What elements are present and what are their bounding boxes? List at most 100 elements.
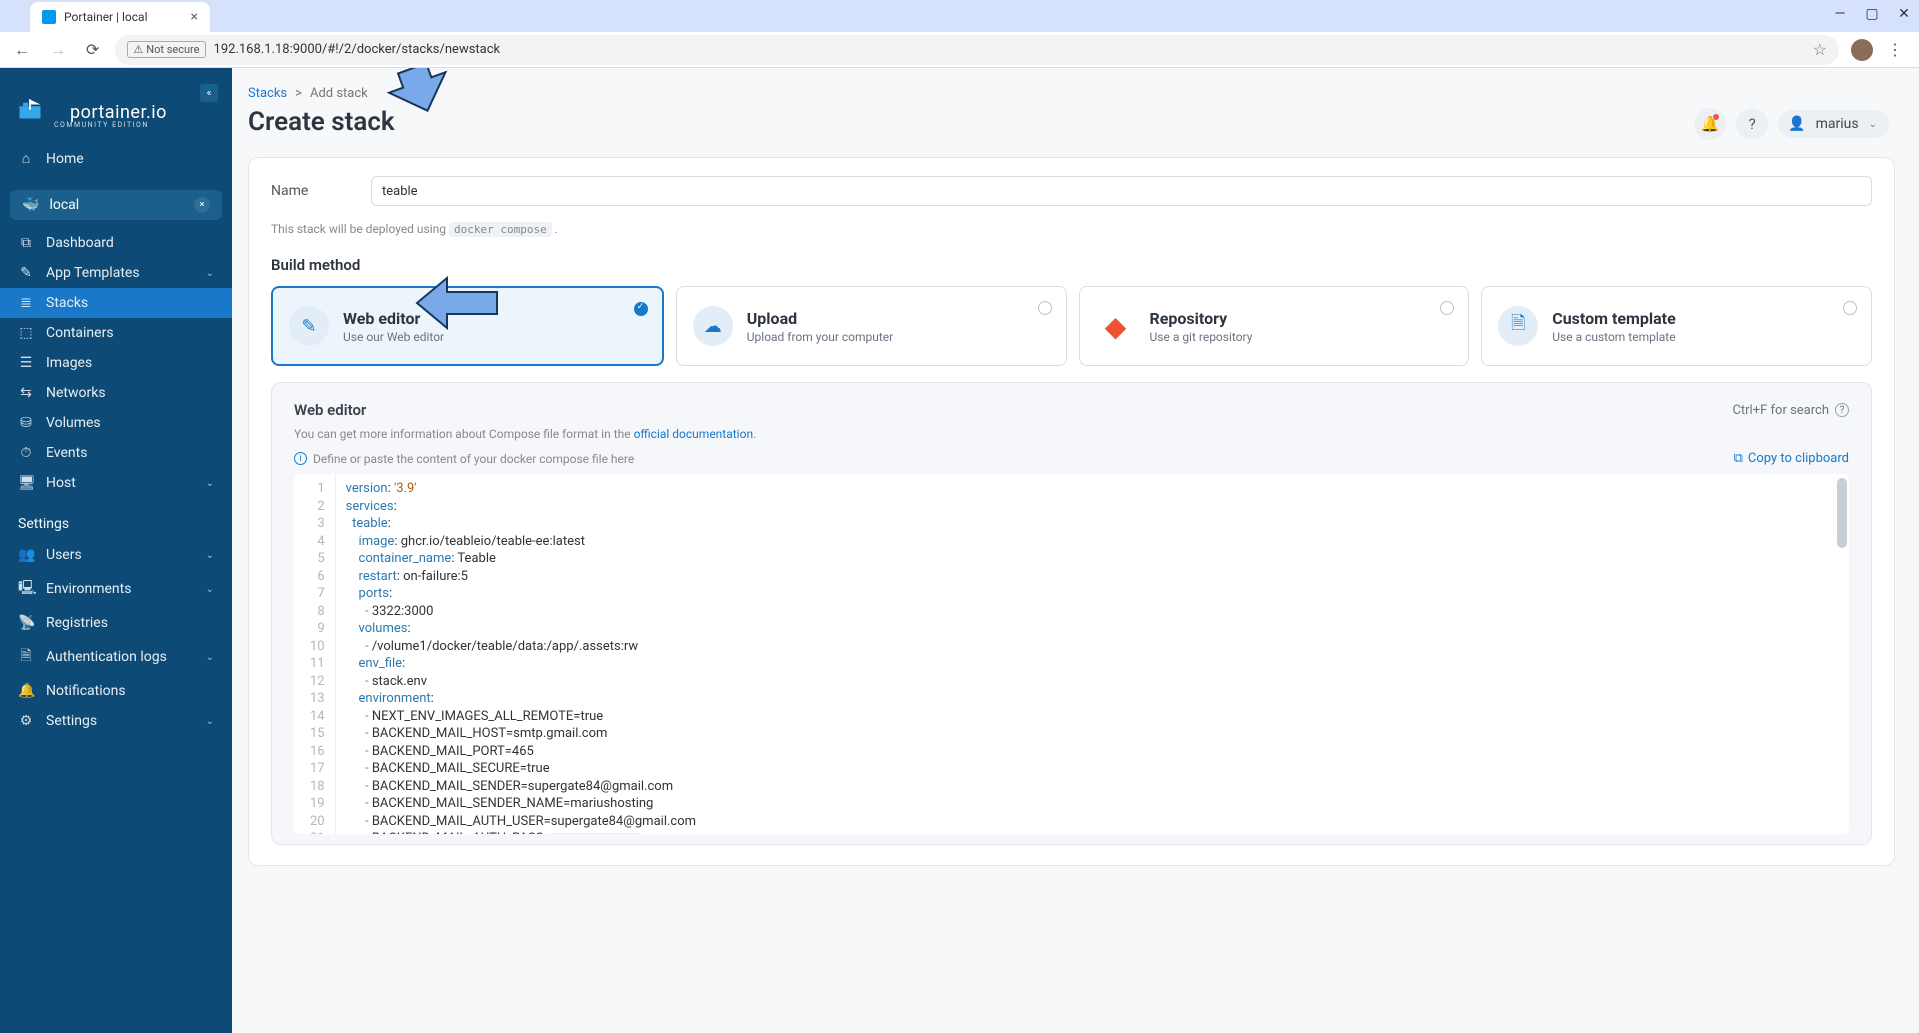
user-menu[interactable]: 👤 marius ⌄ bbox=[1778, 110, 1889, 138]
chevron-down-icon: ⌄ bbox=[206, 550, 214, 561]
sidebar-item-label: Host bbox=[46, 475, 76, 491]
sidebar-settings-heading: Settings bbox=[0, 498, 232, 540]
page-title: Create stack bbox=[248, 107, 395, 137]
method-subtitle: Use our Web editor bbox=[343, 330, 444, 344]
method-subtitle: Use a custom template bbox=[1552, 330, 1676, 344]
info-icon: i bbox=[294, 452, 307, 465]
bookmark-star-icon[interactable]: ☆ bbox=[1813, 40, 1827, 59]
home-icon: ⌂ bbox=[18, 150, 34, 167]
radio-indicator-icon bbox=[1843, 301, 1857, 315]
sidebar-item-icon: 🗎 bbox=[18, 645, 34, 669]
form-card: Name This stack will be deployed using d… bbox=[248, 157, 1895, 866]
sidebar-item-notifications[interactable]: 🔔Notifications bbox=[0, 676, 232, 706]
browser-tab[interactable]: Portainer | local × bbox=[30, 2, 210, 32]
help-button[interactable]: ? bbox=[1736, 108, 1768, 140]
sidebar-item-users[interactable]: 👥Users⌄ bbox=[0, 540, 232, 570]
help-icon: ? bbox=[1749, 115, 1756, 133]
sidebar-item-containers[interactable]: ⬚Containers bbox=[0, 318, 232, 348]
editor-title: Web editor bbox=[294, 401, 366, 419]
window-minimize-icon[interactable]: — bbox=[1833, 6, 1847, 22]
tab-close-icon[interactable]: × bbox=[191, 9, 198, 25]
url-text: 192.168.1.18:9000/#!/2/docker/stacks/new… bbox=[214, 42, 1805, 57]
code-lines: version: '3.9'services: teable: image: g… bbox=[336, 474, 706, 834]
deploy-note-code: docker compose bbox=[449, 222, 552, 237]
sidebar-environment-chip[interactable]: 🐳 local × bbox=[10, 190, 222, 220]
method-title: Repository bbox=[1150, 309, 1253, 328]
sidebar-item-registries[interactable]: 📡Registries bbox=[0, 608, 232, 638]
sidebar-item-home[interactable]: ⌂ Home bbox=[0, 143, 232, 174]
sidebar-item-label: Environments bbox=[46, 581, 131, 597]
sidebar: portainer.io COMMUNITY EDITION « ⌂ Home … bbox=[0, 68, 232, 1033]
sidebar-item-images[interactable]: ☰Images bbox=[0, 348, 232, 378]
editor-scrollbar[interactable] bbox=[1837, 478, 1847, 548]
sidebar-item-stacks[interactable]: ≣ Stacks bbox=[0, 288, 232, 318]
address-bar[interactable]: ⚠ Not secure 192.168.1.18:9000/#!/2/dock… bbox=[115, 35, 1839, 65]
help-circle-icon[interactable]: ? bbox=[1835, 403, 1849, 417]
sidebar-item-host[interactable]: 🖥Host⌄ bbox=[0, 468, 232, 498]
sidebar-item-networks[interactable]: ⇆ Networks bbox=[0, 378, 232, 408]
build-method-web-editor[interactable]: ✎ Web editor Use our Web editor bbox=[271, 286, 664, 366]
breadcrumb-root-link[interactable]: Stacks bbox=[248, 86, 287, 101]
portainer-logo[interactable]: portainer.io COMMUNITY EDITION bbox=[0, 76, 232, 143]
sidebar-item-icon: ≣ bbox=[18, 295, 34, 311]
sidebar-item-authentication-logs[interactable]: 🗎Authentication logs⌄ bbox=[0, 638, 232, 676]
sidebar-item-label: Networks bbox=[46, 385, 106, 401]
main-content: Stacks > Add stack Create stack 🔔 ? 👤 ma… bbox=[232, 68, 1919, 1033]
profile-avatar-icon[interactable] bbox=[1851, 39, 1873, 61]
method-title: Upload bbox=[747, 309, 893, 328]
code-editor[interactable]: 12345678910111213141516171819202122 vers… bbox=[294, 474, 1849, 834]
method-icon: ☁ bbox=[693, 306, 733, 346]
window-controls: — ▢ ✕ bbox=[1833, 6, 1911, 22]
copy-to-clipboard-button[interactable]: ⧉ Copy to clipboard bbox=[1734, 451, 1849, 466]
official-docs-link[interactable]: official documentation bbox=[634, 427, 754, 441]
code-gutter: 12345678910111213141516171819202122 bbox=[294, 474, 336, 834]
sidebar-item-events[interactable]: ⏱Events bbox=[0, 438, 232, 468]
stack-name-input[interactable] bbox=[371, 176, 1872, 206]
build-method-upload[interactable]: ☁ Upload Upload from your computer bbox=[676, 286, 1067, 366]
method-title: Custom template bbox=[1552, 309, 1676, 328]
editor-search-hint: Ctrl+F for search ? bbox=[1732, 403, 1849, 418]
sidebar-item-icon: ⚙ bbox=[18, 713, 34, 729]
build-method-repository[interactable]: ◆ Repository Use a git repository bbox=[1079, 286, 1470, 366]
window-close-icon[interactable]: ✕ bbox=[1897, 6, 1911, 22]
notifications-button[interactable]: 🔔 bbox=[1694, 108, 1726, 140]
sidebar-item-label: Volumes bbox=[46, 415, 101, 431]
sidebar-item-environments[interactable]: 🖳Environments⌄ bbox=[0, 570, 232, 608]
sidebar-item-label: Stacks bbox=[46, 295, 88, 311]
sidebar-item-icon: 👥 bbox=[18, 547, 34, 563]
logo-edition: COMMUNITY EDITION bbox=[54, 122, 191, 129]
browser-tab-bar: Portainer | local × — ▢ ✕ bbox=[0, 0, 1919, 32]
deploy-note: This stack will be deployed using docker… bbox=[271, 222, 1872, 236]
sidebar-item-label: App Templates bbox=[46, 265, 140, 281]
sidebar-item-settings[interactable]: ⚙Settings⌄ bbox=[0, 706, 232, 736]
nav-reload-icon[interactable]: ⟳ bbox=[82, 36, 103, 63]
web-editor-card: Web editor Ctrl+F for search ? You can g… bbox=[271, 382, 1872, 845]
sidebar-item-dashboard[interactable]: ⧉Dashboard bbox=[0, 228, 232, 258]
radio-indicator-icon bbox=[1038, 301, 1052, 315]
nav-forward-icon[interactable]: → bbox=[46, 36, 70, 64]
name-label: Name bbox=[271, 183, 341, 199]
sidebar-item-label: Authentication logs bbox=[46, 649, 167, 665]
sidebar-collapse-icon[interactable]: « bbox=[200, 84, 218, 102]
sidebar-item-app-templates[interactable]: ✎App Templates⌄ bbox=[0, 258, 232, 288]
clipboard-icon: ⧉ bbox=[1734, 451, 1743, 466]
window-maximize-icon[interactable]: ▢ bbox=[1865, 6, 1879, 22]
build-method-custom-template[interactable]: 🗎 Custom template Use a custom template bbox=[1481, 286, 1872, 366]
deploy-note-text: This stack will be deployed using bbox=[271, 222, 446, 236]
sidebar-item-label: Dashboard bbox=[46, 235, 114, 251]
environment-close-icon[interactable]: × bbox=[194, 197, 210, 213]
sidebar-item-icon: 🖳 bbox=[18, 577, 34, 601]
docker-icon: 🐳 bbox=[22, 197, 39, 213]
chevron-down-icon: ⌄ bbox=[206, 268, 214, 279]
method-subtitle: Use a git repository bbox=[1150, 330, 1253, 344]
breadcrumb: Stacks > Add stack bbox=[248, 86, 1895, 101]
editor-info-note-text: You can get more information about Compo… bbox=[294, 427, 634, 441]
sidebar-item-volumes[interactable]: ⛁Volumes bbox=[0, 408, 232, 438]
browser-url-bar: ← → ⟳ ⚠ Not secure 192.168.1.18:9000/#!/… bbox=[0, 32, 1919, 68]
sidebar-item-icon: ⇆ bbox=[18, 385, 34, 401]
copy-label: Copy to clipboard bbox=[1748, 451, 1849, 466]
not-secure-badge[interactable]: ⚠ Not secure bbox=[127, 41, 205, 58]
nav-back-icon[interactable]: ← bbox=[10, 36, 34, 64]
sidebar-item-label: Images bbox=[46, 355, 92, 371]
browser-menu-icon[interactable]: ⋮ bbox=[1887, 40, 1903, 59]
